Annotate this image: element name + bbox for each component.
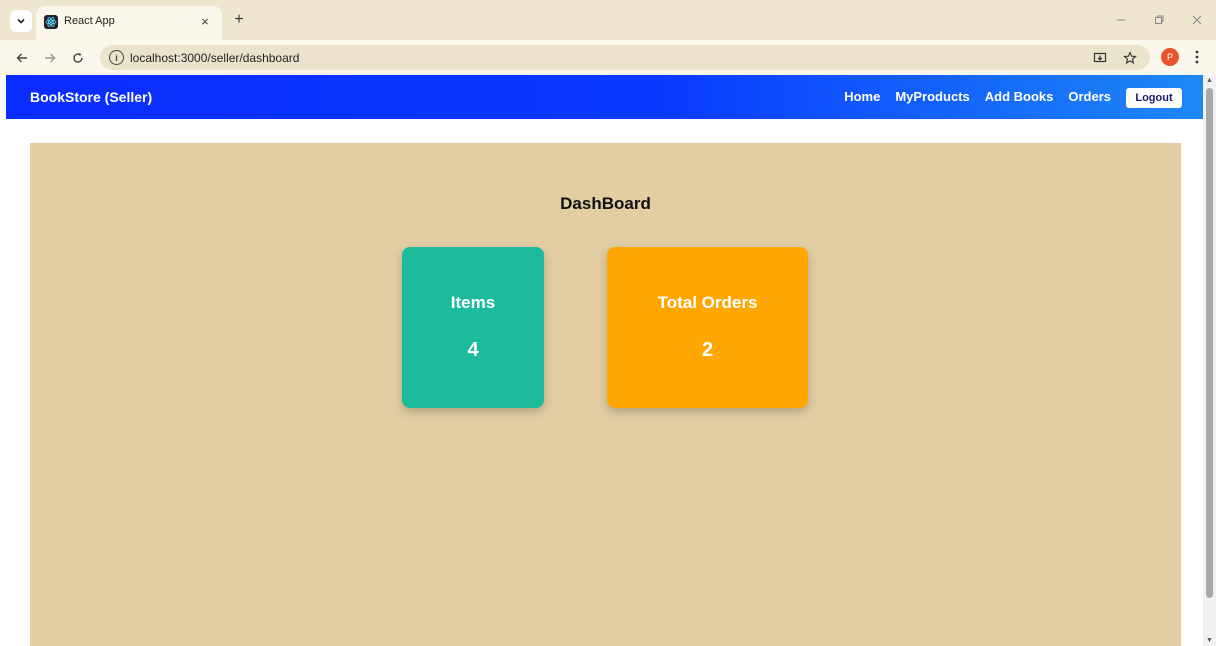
- dashboard-panel: DashBoard Items 4 Total Orders 2: [30, 143, 1181, 646]
- info-icon[interactable]: i: [109, 50, 124, 65]
- close-icon[interactable]: [1178, 0, 1216, 40]
- tab-search-button[interactable]: [10, 10, 32, 32]
- forward-arrow-icon[interactable]: [40, 48, 60, 68]
- reload-icon[interactable]: [68, 48, 88, 68]
- vertical-scrollbar[interactable]: ▲ ▼: [1203, 75, 1216, 646]
- total-orders-card-label: Total Orders: [657, 293, 758, 312]
- browser-tab[interactable]: React App ×: [36, 6, 222, 40]
- brand-title[interactable]: BookStore (Seller): [30, 89, 152, 105]
- nav-link-orders[interactable]: Orders: [1068, 89, 1111, 104]
- app-navbar: BookStore (Seller) Home MyProducts Add B…: [6, 75, 1203, 119]
- nav-link-home[interactable]: Home: [844, 89, 880, 104]
- nav-link-myproducts[interactable]: MyProducts: [895, 89, 969, 104]
- scrollbar-thumb[interactable]: [1206, 88, 1213, 598]
- page-viewport: BookStore (Seller) Home MyProducts Add B…: [0, 75, 1216, 646]
- star-icon[interactable]: [1120, 48, 1140, 68]
- scroll-up-arrow-icon[interactable]: ▲: [1206, 77, 1213, 84]
- profile-avatar[interactable]: P: [1161, 48, 1179, 66]
- page-title: DashBoard: [560, 194, 651, 213]
- new-tab-button[interactable]: +: [230, 11, 248, 29]
- items-card: Items 4: [402, 247, 544, 408]
- url-text[interactable]: localhost:3000/seller/dashboard: [130, 51, 299, 65]
- install-app-icon[interactable]: [1090, 48, 1110, 68]
- scroll-down-arrow-icon[interactable]: ▼: [1206, 637, 1213, 644]
- nav-link-add-books[interactable]: Add Books: [985, 89, 1054, 104]
- kebab-menu-icon[interactable]: [1190, 46, 1204, 68]
- items-card-value: 4: [467, 339, 479, 361]
- items-card-label: Items: [450, 293, 496, 312]
- logout-button[interactable]: Logout: [1126, 88, 1182, 108]
- minimize-icon[interactable]: [1102, 0, 1140, 40]
- total-orders-card: Total Orders 2: [607, 247, 808, 408]
- react-logo-icon: [44, 15, 58, 29]
- window-controls: [1102, 0, 1216, 40]
- browser-toolbar: i localhost:3000/seller/dashboard: [0, 40, 1216, 75]
- nav-links: Home MyProducts Add Books Orders: [844, 89, 1111, 104]
- chevron-down-icon: [17, 18, 25, 24]
- address-bar[interactable]: i localhost:3000/seller/dashboard: [100, 45, 1150, 70]
- browser-tab-bar: React App × +: [0, 0, 1216, 40]
- tab-title: React App: [64, 15, 115, 27]
- total-orders-card-value: 2: [701, 339, 714, 361]
- back-arrow-icon[interactable]: [12, 48, 32, 68]
- tab-close-icon[interactable]: ×: [196, 12, 214, 30]
- restore-icon[interactable]: [1140, 0, 1178, 40]
